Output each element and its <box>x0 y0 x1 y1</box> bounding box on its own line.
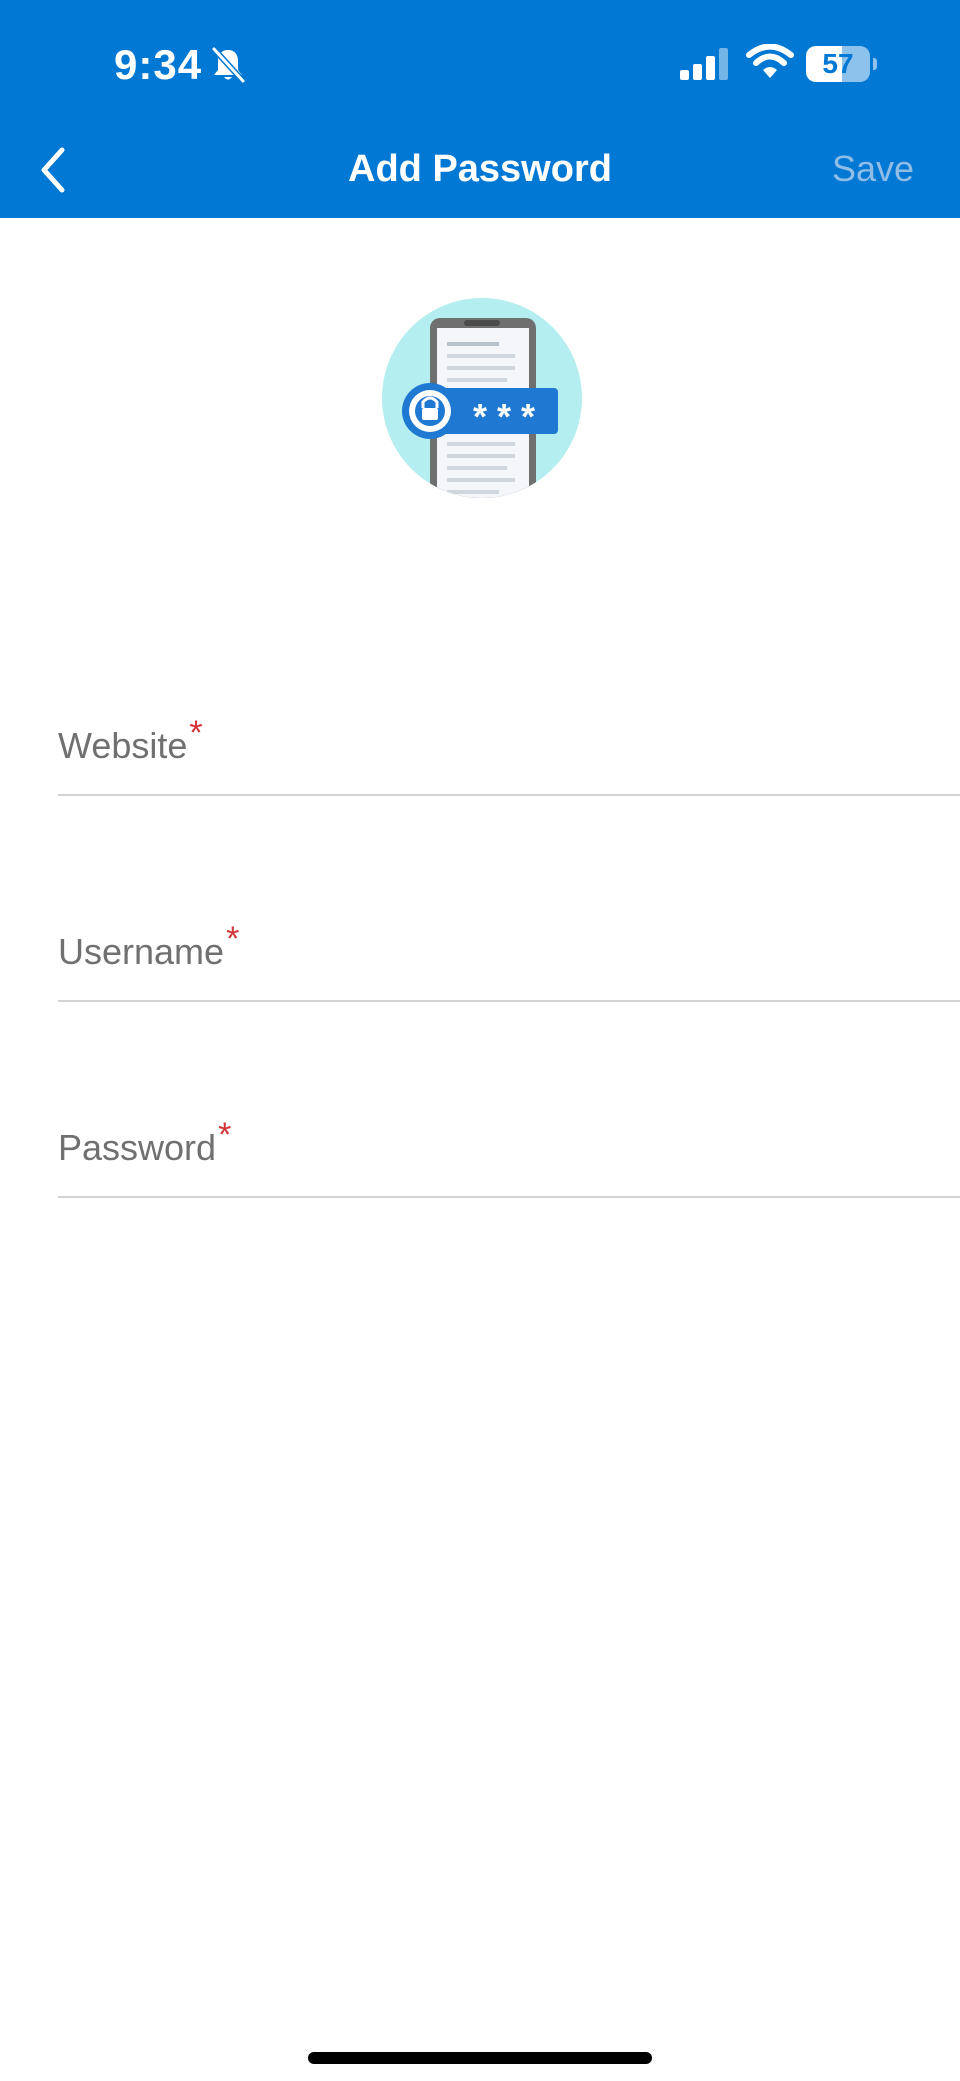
website-input[interactable] <box>58 710 960 796</box>
cellular-signal-icon <box>680 48 728 80</box>
app-bar: 9:34 57 Add Password Save <box>0 0 960 218</box>
masked-password-text: * * * <box>473 396 535 437</box>
wifi-icon <box>746 44 794 78</box>
status-time: 9:34 <box>114 41 203 88</box>
battery-icon: 57 <box>806 46 877 82</box>
bell-slash-icon <box>211 46 246 84</box>
username-input[interactable] <box>58 916 960 1002</box>
save-button[interactable]: Save <box>832 144 914 194</box>
home-indicator <box>308 2052 652 2064</box>
battery-percentage: 57 <box>822 48 854 79</box>
website-field[interactable]: Website* <box>58 710 960 796</box>
password-field[interactable]: Password* <box>58 1112 960 1198</box>
password-input[interactable] <box>58 1112 960 1198</box>
phone-lock-password-illustration: * * * <box>382 298 582 498</box>
username-field[interactable]: Username* <box>58 916 960 1002</box>
page-title: Add Password <box>348 148 612 190</box>
